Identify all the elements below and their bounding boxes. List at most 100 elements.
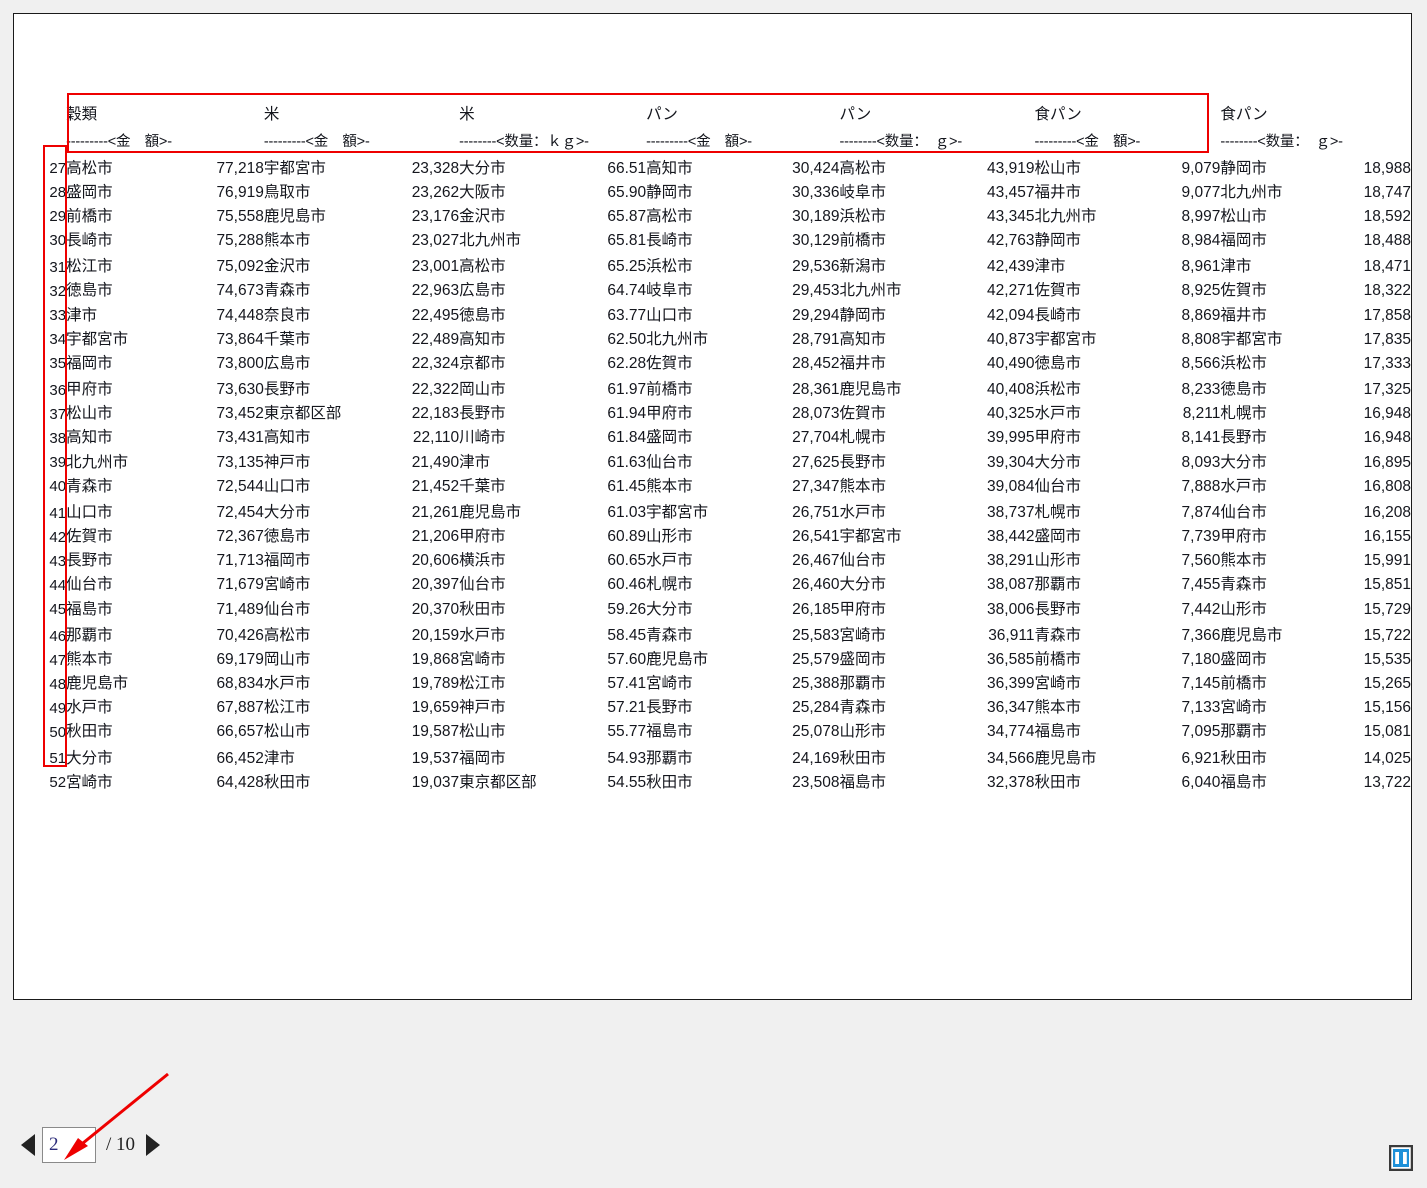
cell-value-f: 7,442 [1181,600,1221,618]
triangle-left-icon[interactable] [21,1134,35,1156]
cell-value-f: 7,888 [1181,477,1221,495]
cell-value-g: 18,592 [1363,207,1411,225]
cell-city-a: 高知市 [66,429,113,447]
cell-city-f: 佐賀市 [1034,282,1081,300]
cell-value-g: 16,948 [1363,405,1411,423]
cell-city-e: 仙台市 [839,552,887,570]
cell-value-d: 28,791 [792,330,840,348]
cell-city-g: 鹿児島市 [1220,627,1283,644]
cell-city-e: 那覇市 [839,675,887,693]
cell-city-c: 宮崎市 [459,651,506,669]
cell-city-a: 水戸市 [66,699,113,717]
cell-city-b: 長野市 [263,381,311,399]
cell-value-c: 62.50 [607,330,647,348]
cell-value-g: 15,535 [1363,651,1411,669]
cell-value-b: 23,001 [411,258,460,276]
cell-city-d: 山口市 [646,306,693,324]
cell-city-a: 高松市 [66,159,113,177]
cell-city-b: 広島市 [263,354,311,372]
cell-city-b: 熊本市 [263,231,311,249]
cell-city-d: 札幌市 [646,576,693,594]
cell-value-d: 27,704 [792,429,840,447]
cell-value-d: 28,452 [792,354,840,372]
column-category-1: 米 [263,105,280,123]
viewer-toolbar: / 10 [0,1005,1427,1188]
report-table: 穀類 米 米 パン パン 食パン 食パン ---------<金 額>- ---… [43,96,1411,790]
cell-city-e: 高松市 [839,159,887,177]
cell-value-c: 58.45 [607,627,647,644]
cell-value-g: 16,155 [1363,528,1411,546]
cell-value-d: 30,424 [792,159,840,177]
document-viewer: 穀類 米 米 パン パン 食パン 食パン ---------<金 額>- ---… [0,0,1427,1188]
cell-city-g: 仙台市 [1220,504,1267,522]
page-layout-icon[interactable] [1389,1145,1413,1171]
cell-value-a: 72,544 [216,477,264,495]
cell-value-f: 6,921 [1181,749,1221,767]
row-number: 45 [49,601,67,618]
cell-value-b: 19,587 [411,723,460,741]
cell-city-b: 鹿児島市 [263,207,326,225]
cell-value-e: 42,094 [987,306,1035,324]
cell-city-f: 盛岡市 [1034,528,1081,546]
cell-city-b: 高知市 [263,429,311,447]
triangle-right-icon[interactable] [146,1134,161,1156]
cell-value-c: 61.63 [607,453,647,471]
page-number-input[interactable] [42,1127,96,1163]
cell-city-c: 松江市 [459,675,506,693]
cell-value-e: 43,457 [987,183,1035,201]
cell-city-a: 鹿児島市 [66,675,129,693]
header-rownum-spacer-2 [43,124,66,152]
cell-city-e: 北九州市 [839,282,902,300]
cell-value-e: 42,439 [987,258,1035,276]
cell-value-e: 34,566 [987,749,1035,767]
cell-city-f: 徳島市 [1034,354,1081,372]
cell-city-d: 山形市 [646,528,693,546]
cell-city-b: 鳥取市 [263,183,311,201]
cell-city-d: 高松市 [646,207,693,225]
cell-city-b: 宇都宮市 [263,159,326,177]
table-row: 41 山口市 72,454 大分市 21,261 鹿児島市 61.03 宇都宮市 26,751 水… [43,494,1411,521]
row-number: 33 [49,307,67,325]
cell-city-e: 新潟市 [839,258,887,276]
cell-value-c: 61.03 [607,504,647,522]
cell-value-f: 8,211 [1182,405,1221,423]
table-row: 50 秋田市 66,657 松山市 19,587 松山市 55.77 福島市 25,078 山形市… [43,716,1411,740]
cell-value-a: 67,887 [216,699,264,717]
cell-value-f: 8,925 [1181,282,1221,300]
cell-city-a: 長崎市 [66,231,113,249]
cell-city-d: 岐阜市 [646,282,693,300]
cell-city-d: 宇都宮市 [646,504,709,522]
cell-value-a: 73,135 [216,453,264,471]
cell-city-b: 仙台市 [263,600,311,618]
cell-city-d: 宮崎市 [646,675,693,693]
row-number: 48 [49,675,67,693]
cell-value-d: 30,336 [792,183,840,201]
cell-value-d: 27,347 [792,477,840,495]
cell-value-d: 30,129 [792,231,840,249]
cell-city-f: 山形市 [1034,552,1081,570]
cell-city-b: 宮崎市 [263,576,311,594]
cell-value-g: 15,722 [1363,627,1411,644]
row-number: 37 [49,405,67,423]
row-number: 42 [49,528,67,546]
cell-value-e: 40,873 [987,330,1035,348]
cell-city-b: 千葉市 [263,330,311,348]
cell-value-b: 19,659 [411,699,460,717]
cell-city-a: 徳島市 [66,282,113,300]
cell-city-g: 福島市 [1220,773,1267,791]
cell-value-d: 25,583 [792,627,840,644]
cell-value-f: 8,869 [1181,306,1221,324]
cell-city-e: 札幌市 [839,429,887,447]
cell-city-g: 熊本市 [1220,552,1267,570]
cell-city-f: 松山市 [1034,159,1081,177]
cell-value-b: 21,490 [411,453,460,471]
cell-value-a: 74,448 [216,306,264,324]
table-row: 45 福島市 71,489 仙台市 20,370 秋田市 59.26 大分市 26,185 甲府市… [43,593,1411,617]
report-table-container: 穀類 米 米 パン パン 食パン 食パン ---------<金 額>- ---… [14,14,1411,999]
cell-value-f: 7,874 [1181,504,1221,522]
cell-value-g: 13,722 [1363,773,1411,791]
cell-city-f: 福井市 [1034,183,1081,201]
table-row: 33 津市 74,448 奈良市 22,495 徳島市 63.77 山口市 29,294 静岡市 4… [43,299,1411,323]
cell-value-g: 15,081 [1363,723,1411,741]
cell-value-a: 71,489 [216,600,264,618]
